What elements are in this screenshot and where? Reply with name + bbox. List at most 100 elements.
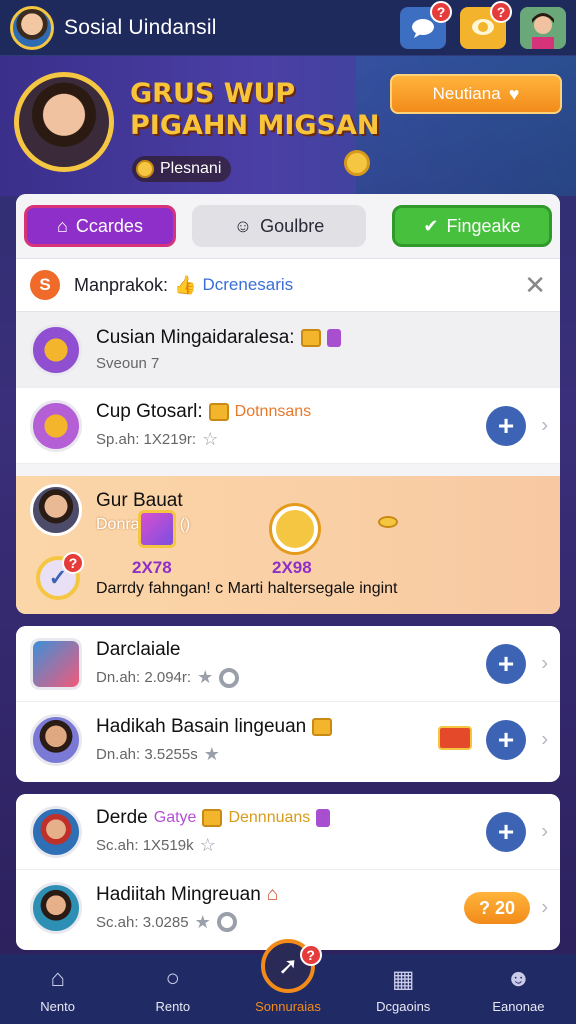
search-icon: ○ bbox=[165, 965, 181, 992]
list-item[interactable]: Hadikah Basain lingeuan Dn.ah: 3.5255s ★… bbox=[16, 702, 560, 778]
tab-goal[interactable]: ☺ Goulbre bbox=[192, 205, 366, 247]
row-meta-text: Sc.ah: 1X519k bbox=[96, 837, 194, 854]
row-meta: Sc.ah: 3.0285 ★ bbox=[96, 912, 278, 933]
heart-icon: ♥ bbox=[508, 83, 520, 104]
row-meta: Dn.ah: 2.094r: ★ bbox=[96, 667, 240, 688]
chevron-right-icon[interactable]: › bbox=[541, 652, 548, 675]
hero-subtitle: Plesnani bbox=[132, 156, 232, 182]
bookmark-icon bbox=[326, 329, 341, 347]
nav-label: Dcgaoins bbox=[376, 999, 431, 1014]
star-icon: ★ bbox=[194, 911, 211, 932]
hero-title-line1: GRUS WUP bbox=[130, 78, 296, 109]
thumbs-up-icon: 👍 bbox=[174, 274, 197, 295]
add-button[interactable]: + bbox=[486, 643, 526, 684]
person-icon: ☻ bbox=[505, 965, 532, 992]
chat-bubble-icon bbox=[412, 18, 434, 38]
profile-icon[interactable] bbox=[520, 6, 566, 49]
row-meta: Dn.ah: 3.5255s ★ bbox=[96, 744, 332, 765]
row-thumbnail bbox=[30, 637, 82, 690]
tab-cards[interactable]: ⌂ Ccardes bbox=[24, 205, 176, 247]
coin-pill[interactable]: ? 20 bbox=[464, 892, 530, 924]
list-item[interactable]: Cup Gtosarl: Dotnnsans Sp.ah: 1X219r: ☆ … bbox=[16, 388, 560, 464]
nav-item-rent[interactable]: ○ Rento bbox=[115, 954, 230, 1024]
coin-chat-icon[interactable]: ? bbox=[460, 0, 512, 49]
coin-badge: ? bbox=[490, 0, 512, 23]
check-badge: ? bbox=[62, 552, 84, 574]
add-button[interactable]: + bbox=[486, 720, 526, 760]
coin-icon bbox=[344, 150, 370, 176]
row-title: Hadikah Basain lingeuan bbox=[96, 715, 333, 738]
notice-link[interactable]: Dcrenesaris bbox=[202, 275, 293, 295]
add-button[interactable]: + bbox=[486, 405, 526, 446]
chevron-right-icon[interactable]: › bbox=[541, 729, 548, 752]
small-coin-icon bbox=[378, 516, 398, 528]
chat-badge: ? bbox=[430, 0, 452, 23]
nav-item-home[interactable]: ⌂ Nento bbox=[0, 954, 115, 1024]
house-icon: ⌂ bbox=[266, 883, 279, 905]
home-icon: ⌂ bbox=[57, 215, 68, 236]
chevron-right-icon[interactable]: › bbox=[541, 414, 548, 437]
row-meta: Sc.ah: 1X519k ☆ bbox=[96, 835, 330, 856]
main-panel: ⌂ Ccardes ☺ Goulbre ✔ Fingeake S Manprak… bbox=[16, 194, 560, 614]
reward-value-1: 2X78 bbox=[132, 558, 172, 577]
row-title: Darclaiale bbox=[96, 639, 181, 660]
row-body: Cusian Mingaidaralesa: Sveoun 7 bbox=[96, 327, 341, 372]
top-bar: Sosial Uindansil ? ? bbox=[0, 0, 576, 56]
row-body: Cup Gtosarl: Dotnnsans Sp.ah: 1X219r: ☆ bbox=[96, 401, 311, 450]
nav-item-center[interactable]: ➚ ? Sonnuraias bbox=[230, 939, 345, 1024]
highlight-card[interactable]: Gur Bauat Donrantom () 2X78 2X98 ✓ ? Dar… bbox=[16, 476, 560, 614]
row-tag: Dennnuans bbox=[228, 809, 311, 826]
row-title-text: Cup Gtosarl: bbox=[96, 401, 203, 422]
list-item[interactable]: Derde Gatye Dennnuans Sc.ah: 1X519k ☆ + … bbox=[16, 794, 560, 870]
row-thumbnail bbox=[30, 323, 82, 376]
gift-icon bbox=[312, 717, 333, 736]
nav-label: Rento bbox=[155, 999, 191, 1014]
highlight-title: Gur Bauat bbox=[96, 490, 183, 511]
big-coin-icon bbox=[272, 506, 318, 552]
nav-item-dcgaoins[interactable]: ▦ Dcgaoins bbox=[346, 954, 461, 1024]
gift-icon bbox=[300, 329, 321, 347]
ring-icon bbox=[216, 912, 237, 932]
gift-icon bbox=[202, 809, 223, 827]
row-meta-text: Sp.ah: 1X219r: bbox=[96, 431, 197, 448]
hero-button-label: Neutiana bbox=[432, 84, 501, 103]
tab-label: Ccardes bbox=[75, 215, 143, 236]
row-title: Derde Gatye Dennnuans bbox=[96, 807, 331, 829]
ticket-icon bbox=[438, 726, 472, 750]
list-item[interactable]: Darclaiale Dn.ah: 2.094r: ★ + › bbox=[16, 626, 560, 702]
check-icon[interactable]: ✓ ? bbox=[36, 552, 84, 600]
chat-icon[interactable]: ? bbox=[400, 0, 452, 49]
coin-icon bbox=[136, 160, 154, 178]
chart-icon: ▦ bbox=[391, 965, 415, 993]
notice-text: Manprakok: bbox=[74, 274, 169, 295]
tab-bar: ⌂ Ccardes ☺ Goulbre ✔ Fingeake bbox=[16, 194, 560, 258]
nav-item-profile[interactable]: ☻ Eanonae bbox=[461, 954, 576, 1024]
nav-label: Eanonae bbox=[492, 999, 545, 1014]
close-icon[interactable]: ✕ bbox=[524, 272, 546, 298]
row-thumbnail bbox=[30, 399, 82, 452]
list-item[interactable]: Hadiitah Mingreuan ⌂ Sc.ah: 3.0285 ★ ? 2… bbox=[16, 870, 560, 946]
top-icons: ? ? bbox=[400, 0, 566, 49]
hero-title-line2: PIGAHN MIGSAN bbox=[130, 110, 380, 141]
row-title: Cup Gtosarl: Dotnnsans bbox=[96, 401, 311, 423]
row-title-text: Derde bbox=[96, 807, 148, 828]
tab-finish[interactable]: ✔ Fingeake bbox=[392, 205, 552, 247]
row-body: Hadiitah Mingreuan ⌂ Sc.ah: 3.0285 ★ bbox=[96, 884, 278, 933]
star-icon: ★ bbox=[197, 667, 214, 687]
row-title: Cusian Mingaidaralesa: bbox=[96, 327, 341, 349]
row-title-text: Hadikah Basain lingeuan bbox=[96, 715, 307, 737]
chevron-right-icon[interactable]: › bbox=[541, 897, 548, 920]
app-title: Sosial Uindansil bbox=[64, 15, 217, 39]
add-button[interactable]: + bbox=[486, 811, 526, 852]
chevron-right-icon[interactable]: › bbox=[541, 820, 548, 843]
user-avatar[interactable] bbox=[10, 5, 54, 50]
hero-button[interactable]: Neutiana ♥ bbox=[390, 74, 562, 114]
row-body: Darclaiale Dn.ah: 2.094r: ★ bbox=[96, 639, 240, 688]
reward-value-2: 2X98 bbox=[272, 558, 312, 577]
hero-subtitle-text: Plesnani bbox=[160, 160, 222, 177]
list-item[interactable]: Cusian Mingaidaralesa: Sveoun 7 bbox=[16, 312, 560, 388]
row-tag-purple: Gatye bbox=[153, 809, 197, 826]
ring-icon bbox=[219, 667, 240, 688]
tab-label: Goulbre bbox=[260, 215, 325, 236]
list-panel-2: Darclaiale Dn.ah: 2.094r: ★ + › Hadikah … bbox=[16, 626, 560, 782]
